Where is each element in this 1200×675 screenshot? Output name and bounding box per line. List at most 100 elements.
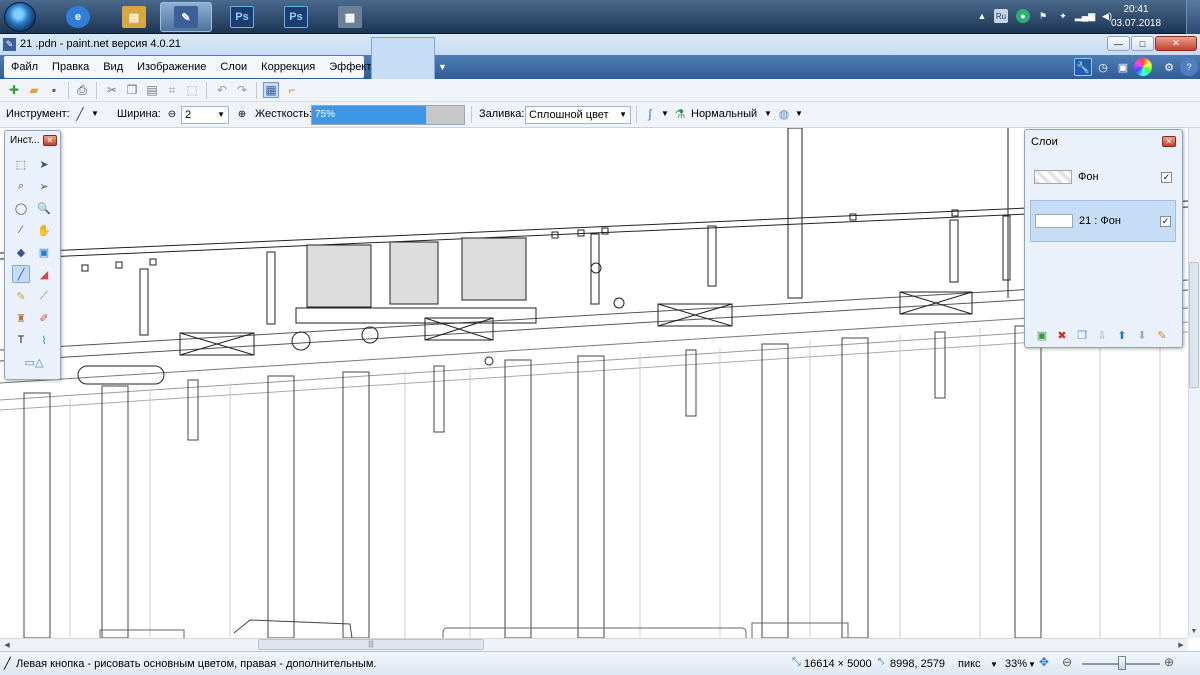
gradient-icon[interactable]: ▣ xyxy=(35,243,53,261)
paint-net-app-icon[interactable]: ✎ xyxy=(3,38,16,51)
taskbar-photoshop-button-2[interactable]: Ps xyxy=(270,2,322,32)
text-icon[interactable]: T xyxy=(12,331,30,349)
tool-dropdown-arrow-icon[interactable]: ▼ xyxy=(91,109,99,118)
maximize-button[interactable]: □ xyxy=(1131,36,1154,51)
layer-visibility-checkbox[interactable]: ✓ xyxy=(1160,215,1171,227)
language-indicator[interactable]: Ru xyxy=(994,9,1008,23)
pan-hand-icon[interactable]: ✋ xyxy=(35,221,53,239)
color-picker-icon[interactable]: ⟋ xyxy=(35,287,53,305)
help-icon[interactable]: ? xyxy=(1180,58,1198,76)
taskbar-calculator-button[interactable]: ▦ xyxy=(324,2,376,32)
scroll-left-arrow-icon[interactable]: ◀ xyxy=(1,639,13,651)
minimize-button[interactable]: — xyxy=(1107,36,1130,51)
duplicate-layer-icon[interactable]: ❐ xyxy=(1075,328,1089,342)
menu-view[interactable]: Вид xyxy=(96,56,130,78)
zoom-slider-thumb[interactable] xyxy=(1118,656,1126,670)
tools-panel-close-icon[interactable]: ✕ xyxy=(43,135,57,146)
magic-wand-icon[interactable]: ⁄ xyxy=(12,221,30,239)
paint-bucket-icon[interactable]: ◆ xyxy=(12,243,30,261)
scroll-right-arrow-icon[interactable]: ▶ xyxy=(1175,639,1187,651)
history-window-toggle-icon[interactable]: ◷ xyxy=(1094,58,1112,76)
tab-list-dropdown-icon[interactable]: ▼ xyxy=(438,62,447,72)
blend-mode-value[interactable]: Нормальный xyxy=(691,108,757,120)
brush-tool-icon[interactable]: ╱ xyxy=(72,106,88,122)
shapes-icon[interactable]: ▭△ xyxy=(19,353,49,371)
start-button[interactable] xyxy=(4,2,36,32)
menu-adjustments[interactable]: Коррекция xyxy=(254,56,322,78)
pixel-grid-icon[interactable]: ▦ xyxy=(263,82,279,98)
delete-layer-icon[interactable]: ✖ xyxy=(1055,328,1069,342)
crop-to-selection-icon[interactable]: ⌗ xyxy=(164,82,180,98)
image-canvas[interactable] xyxy=(0,128,1188,638)
undo-icon[interactable]: ↶ xyxy=(214,82,230,98)
colors-window-toggle-icon[interactable] xyxy=(1134,58,1152,76)
scroll-down-arrow-icon[interactable]: ▼ xyxy=(1188,625,1200,637)
zoom-to-window-icon[interactable]: ✥ xyxy=(1039,655,1049,669)
width-decrease-icon[interactable]: ⊖ xyxy=(164,106,180,122)
tools-window-toggle-icon[interactable]: 🔧 xyxy=(1074,58,1092,76)
zoom-dropdown-arrow-icon[interactable]: ▼ xyxy=(1028,660,1036,669)
ellipse-select-icon[interactable]: ◯ xyxy=(12,199,30,217)
lasso-select-icon[interactable]: ⌕ xyxy=(12,177,30,195)
selection-clipping-dropdown-arrow-icon[interactable]: ▼ xyxy=(795,109,803,118)
menu-layers[interactable]: Слои xyxy=(213,56,254,78)
add-layer-icon[interactable]: ▣ xyxy=(1035,328,1049,342)
save-icon[interactable]: ▪ xyxy=(46,82,62,98)
move-layer-up-icon[interactable]: ⬆ xyxy=(1115,328,1129,342)
rulers-icon[interactable]: ⌐ xyxy=(284,82,300,98)
blend-mode-flask-icon[interactable]: ⚗ xyxy=(672,106,688,122)
blend-mode-dropdown-arrow-icon[interactable]: ▼ xyxy=(764,109,772,118)
menu-edit[interactable]: Правка xyxy=(45,56,96,78)
merge-layer-down-icon[interactable]: ⇩ xyxy=(1095,328,1109,342)
layer-row-selected[interactable]: 21 : Фон ✓ xyxy=(1030,200,1176,242)
tray-app-icon[interactable]: ✦ xyxy=(1056,9,1070,23)
taskbar-explorer-button[interactable]: ▤ xyxy=(108,2,160,32)
menu-file[interactable]: Файл xyxy=(4,56,45,78)
layer-properties-icon[interactable]: ✎ xyxy=(1155,328,1169,342)
move-layer-down-icon[interactable]: ⬇ xyxy=(1135,328,1149,342)
move-selection-icon[interactable]: ➢ xyxy=(35,177,53,195)
layers-window-toggle-icon[interactable]: ▣ xyxy=(1114,58,1132,76)
paste-icon[interactable]: ▤ xyxy=(144,82,160,98)
rectangle-select-icon[interactable]: ⬚ xyxy=(12,155,30,173)
units-dropdown-arrow-icon[interactable]: ▼ xyxy=(990,660,998,669)
taskbar-paint-net-button[interactable]: ✎ xyxy=(160,2,212,32)
layers-panel-close-icon[interactable]: ✕ xyxy=(1162,136,1176,147)
clone-stamp-icon[interactable]: ♜ xyxy=(12,309,30,327)
network-signal-icon[interactable]: ▂▄▆ xyxy=(1075,9,1095,23)
zoom-out-icon[interactable]: ⊖ xyxy=(1062,655,1072,669)
width-input[interactable]: 2 ▼ xyxy=(181,106,229,124)
antialiasing-dropdown-arrow-icon[interactable]: ▼ xyxy=(661,109,669,118)
system-clock[interactable]: 20:41 03.07.2018 xyxy=(1096,3,1176,31)
move-selected-pixels-icon[interactable]: ➤ xyxy=(35,155,53,173)
layer-visibility-checkbox[interactable]: ✓ xyxy=(1161,171,1172,183)
action-center-flag-icon[interactable]: ⚑ xyxy=(1036,9,1050,23)
new-file-icon[interactable]: ✚ xyxy=(6,82,22,98)
messenger-tray-icon[interactable]: ● xyxy=(1016,9,1030,23)
open-file-icon[interactable]: ▰ xyxy=(26,82,42,98)
cut-icon[interactable]: ✂ xyxy=(104,82,120,98)
eraser-icon[interactable]: ◢ xyxy=(35,265,53,283)
vertical-scroll-thumb[interactable] xyxy=(1189,262,1199,388)
copy-icon[interactable]: ❐ xyxy=(124,82,140,98)
hardness-slider[interactable]: 75% xyxy=(311,105,465,125)
taskbar-ie-button[interactable]: e xyxy=(52,2,104,32)
taskbar-photoshop-button-1[interactable]: Ps xyxy=(216,2,268,32)
antialiasing-icon[interactable]: ∫ xyxy=(642,106,658,122)
width-increase-icon[interactable]: ⊕ xyxy=(234,106,250,122)
fill-mode-select[interactable]: Сплошной цвет ▼ xyxy=(525,106,631,124)
zoom-icon[interactable]: 🔍 xyxy=(35,199,53,217)
units-select[interactable]: пикс xyxy=(958,658,981,670)
line-curve-icon[interactable]: ⌇ xyxy=(35,331,53,349)
menu-image[interactable]: Изображение xyxy=(130,56,213,78)
close-button[interactable]: ✕ xyxy=(1155,36,1197,51)
horizontal-scroll-thumb[interactable]: ||| xyxy=(258,639,484,650)
layer-row[interactable]: Фон ✓ xyxy=(1030,156,1176,198)
redo-icon[interactable]: ↷ xyxy=(234,82,250,98)
pencil-icon[interactable]: ✎ xyxy=(12,287,30,305)
deselect-icon[interactable]: ⬚ xyxy=(184,82,200,98)
recolor-icon[interactable]: ✐ xyxy=(35,309,53,327)
horizontal-scrollbar[interactable] xyxy=(0,638,1188,651)
zoom-level[interactable]: 33% xyxy=(1005,658,1027,670)
paintbrush-icon[interactable]: ╱ xyxy=(12,265,30,283)
